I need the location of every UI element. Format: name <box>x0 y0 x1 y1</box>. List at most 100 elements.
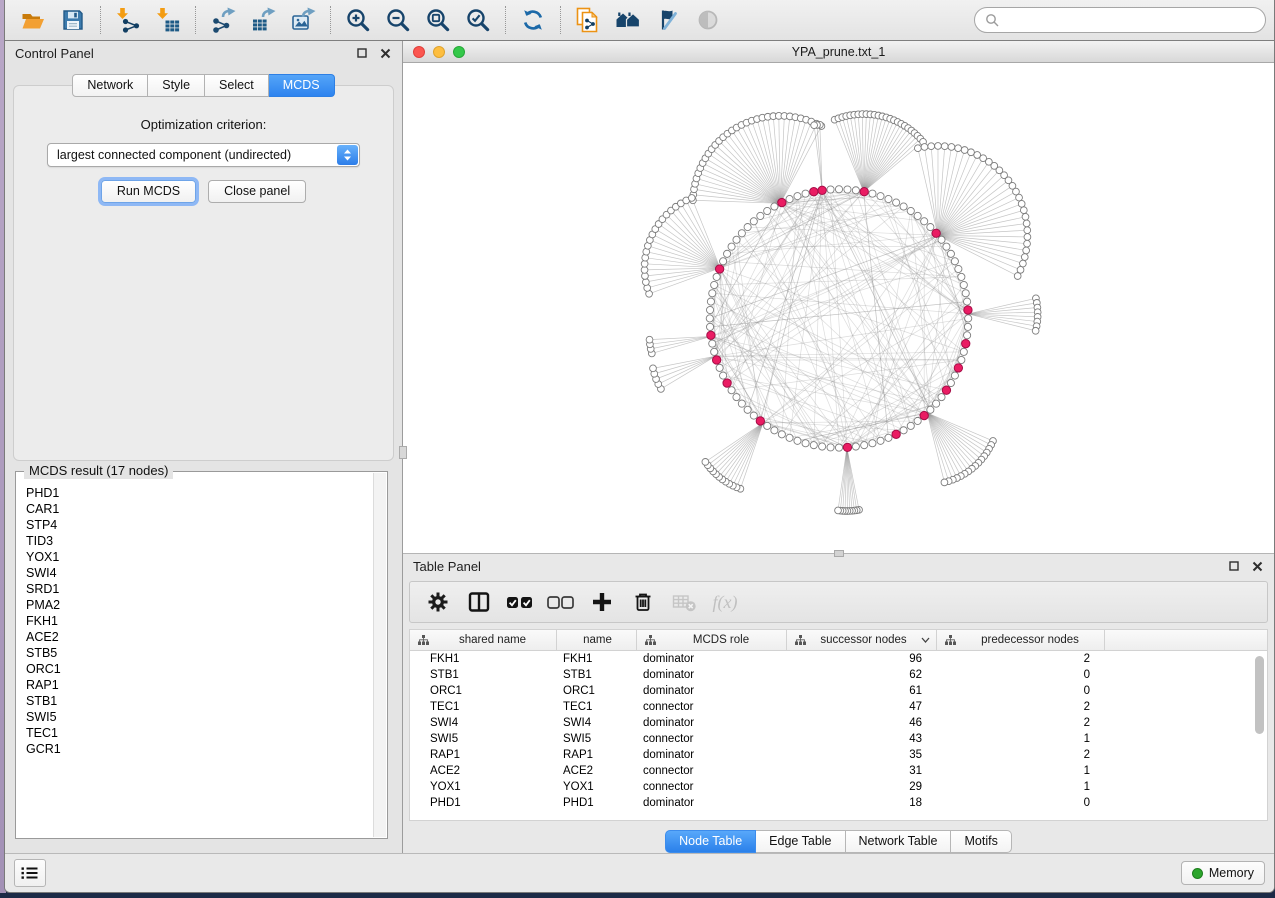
table-row[interactable]: PHD1PHD1dominator180 <box>410 795 1267 811</box>
tab-edge-table[interactable]: Edge Table <box>756 830 845 853</box>
memory-button[interactable]: Memory <box>1181 861 1265 885</box>
table-row[interactable]: SWI5SWI5connector431 <box>410 731 1267 747</box>
table-row[interactable]: YOX1YOX1connector291 <box>410 779 1267 795</box>
horizontal-splitter-handle[interactable] <box>834 550 844 557</box>
hide-graphics-details-icon <box>655 7 681 33</box>
mcds-result-item[interactable]: STP4 <box>26 517 372 533</box>
vertical-splitter-handle[interactable] <box>399 446 407 459</box>
tab-motifs[interactable]: Motifs <box>951 830 1011 853</box>
function-builder-button[interactable]: f(x) <box>709 586 741 618</box>
cell-predecessor-nodes: 0 <box>937 669 1105 681</box>
clone-network-button[interactable] <box>568 4 608 36</box>
save-session-button[interactable] <box>53 4 93 36</box>
tab-node-table[interactable]: Node Table <box>665 830 756 853</box>
automation-panel-button[interactable] <box>14 859 46 887</box>
traffic-lights <box>413 46 465 58</box>
search-input[interactable] <box>1005 13 1255 27</box>
tab-mcds[interactable]: MCDS <box>269 74 335 97</box>
minimize-window-button[interactable] <box>433 46 445 58</box>
toolbar-separator <box>505 6 506 34</box>
close-window-button[interactable] <box>413 46 425 58</box>
mcds-result-item[interactable]: STB1 <box>26 693 372 709</box>
column-header-shared-name[interactable]: shared name <box>410 630 557 650</box>
close-panel-button[interactable]: Close panel <box>208 180 306 203</box>
cell-shared-name: ORC1 <box>410 685 557 697</box>
export-table-button[interactable] <box>243 4 283 36</box>
cell-name: SWI4 <box>557 717 637 729</box>
table-scrollbar-thumb[interactable] <box>1255 656 1264 734</box>
cell-predecessor-nodes: 0 <box>937 797 1105 809</box>
control-panel: Control Panel NetworkStyleSelectMCDS Opt… <box>5 41 403 853</box>
table-scrollbar[interactable] <box>1254 654 1265 814</box>
mcds-result-item[interactable]: SWI5 <box>26 709 372 725</box>
criterion-select[interactable]: largest connected component (undirected) <box>47 143 360 167</box>
sort-chevron-icon <box>921 637 930 643</box>
column-label: predecessor nodes <box>981 634 1079 646</box>
run-mcds-button[interactable]: Run MCDS <box>101 180 196 203</box>
zoom-in-button[interactable] <box>338 4 378 36</box>
zoom-selected-button[interactable] <box>458 4 498 36</box>
mcds-result-item[interactable]: TEC1 <box>26 725 372 741</box>
mcds-result-item[interactable]: TID3 <box>26 533 372 549</box>
hide-graphics-details-button[interactable] <box>648 4 688 36</box>
table-row[interactable]: ACE2ACE2connector311 <box>410 763 1267 779</box>
deselect-all-rows-button[interactable] <box>545 586 577 618</box>
mcds-result-item[interactable]: PMA2 <box>26 597 372 613</box>
mcds-result-item[interactable]: ORC1 <box>26 661 372 677</box>
import-network-button[interactable] <box>108 4 148 36</box>
zoom-fit-icon <box>425 7 451 33</box>
mcds-list-scrollbar[interactable] <box>373 473 386 837</box>
toggle-column-layout-button[interactable] <box>463 586 495 618</box>
zoom-fit-button[interactable] <box>418 4 458 36</box>
table-row[interactable]: SWI4SWI4dominator462 <box>410 715 1267 731</box>
mcds-result-item[interactable]: CAR1 <box>26 501 372 517</box>
float-panel-icon[interactable] <box>355 46 369 60</box>
network-canvas[interactable] <box>403 64 1274 553</box>
delete-selected-button[interactable] <box>627 586 659 618</box>
table-row[interactable]: TEC1TEC1connector472 <box>410 699 1267 715</box>
column-header-successor-nodes[interactable]: successor nodes <box>787 630 937 650</box>
select-all-rows-button[interactable] <box>504 586 536 618</box>
import-network-icon <box>115 7 141 33</box>
table-row[interactable]: ORC1ORC1dominator610 <box>410 683 1267 699</box>
tab-network-table[interactable]: Network Table <box>846 830 952 853</box>
table-row[interactable]: RAP1RAP1dominator352 <box>410 747 1267 763</box>
mcds-result-item[interactable]: PHD1 <box>26 485 372 501</box>
tab-style[interactable]: Style <box>148 74 205 97</box>
close-table-panel-icon[interactable] <box>1250 559 1264 573</box>
mcds-result-item[interactable]: FKH1 <box>26 613 372 629</box>
table-row[interactable]: FKH1FKH1dominator962 <box>410 651 1267 667</box>
add-column-button[interactable] <box>586 586 618 618</box>
show-graphics-details-button[interactable] <box>688 4 728 36</box>
first-neighbors-button[interactable] <box>608 4 648 36</box>
float-table-panel-icon[interactable] <box>1227 559 1241 573</box>
column-header-predecessor-nodes[interactable]: predecessor nodes <box>937 630 1105 650</box>
mcds-result-item[interactable]: SRD1 <box>26 581 372 597</box>
export-image-button[interactable] <box>283 4 323 36</box>
open-file-button[interactable] <box>13 4 53 36</box>
list-icon <box>21 866 39 880</box>
column-header-name[interactable]: name <box>557 630 637 650</box>
mcds-result-item[interactable]: ACE2 <box>26 629 372 645</box>
refresh-button[interactable] <box>513 4 553 36</box>
export-network-button[interactable] <box>203 4 243 36</box>
table-row[interactable]: STB1STB1dominator620 <box>410 667 1267 683</box>
destroy-table-button[interactable] <box>668 586 700 618</box>
column-header-MCDS-role[interactable]: MCDS role <box>637 630 787 650</box>
table-tabs: Node TableEdge TableNetwork TableMotifs <box>403 830 1274 853</box>
cell-MCDS-role: connector <box>637 733 787 745</box>
zoom-out-button[interactable] <box>378 4 418 36</box>
mcds-result-item[interactable]: STB5 <box>26 645 372 661</box>
cell-name: RAP1 <box>557 749 637 761</box>
cell-successor-nodes: 43 <box>787 733 937 745</box>
zoom-window-button[interactable] <box>453 46 465 58</box>
mcds-result-item[interactable]: GCR1 <box>26 741 372 757</box>
tab-network[interactable]: Network <box>72 74 148 97</box>
mcds-result-item[interactable]: YOX1 <box>26 549 372 565</box>
mcds-result-item[interactable]: SWI4 <box>26 565 372 581</box>
close-panel-icon[interactable] <box>378 46 392 60</box>
settings-button[interactable] <box>422 586 454 618</box>
import-table-button[interactable] <box>148 4 188 36</box>
mcds-result-item[interactable]: RAP1 <box>26 677 372 693</box>
tab-select[interactable]: Select <box>205 74 269 97</box>
